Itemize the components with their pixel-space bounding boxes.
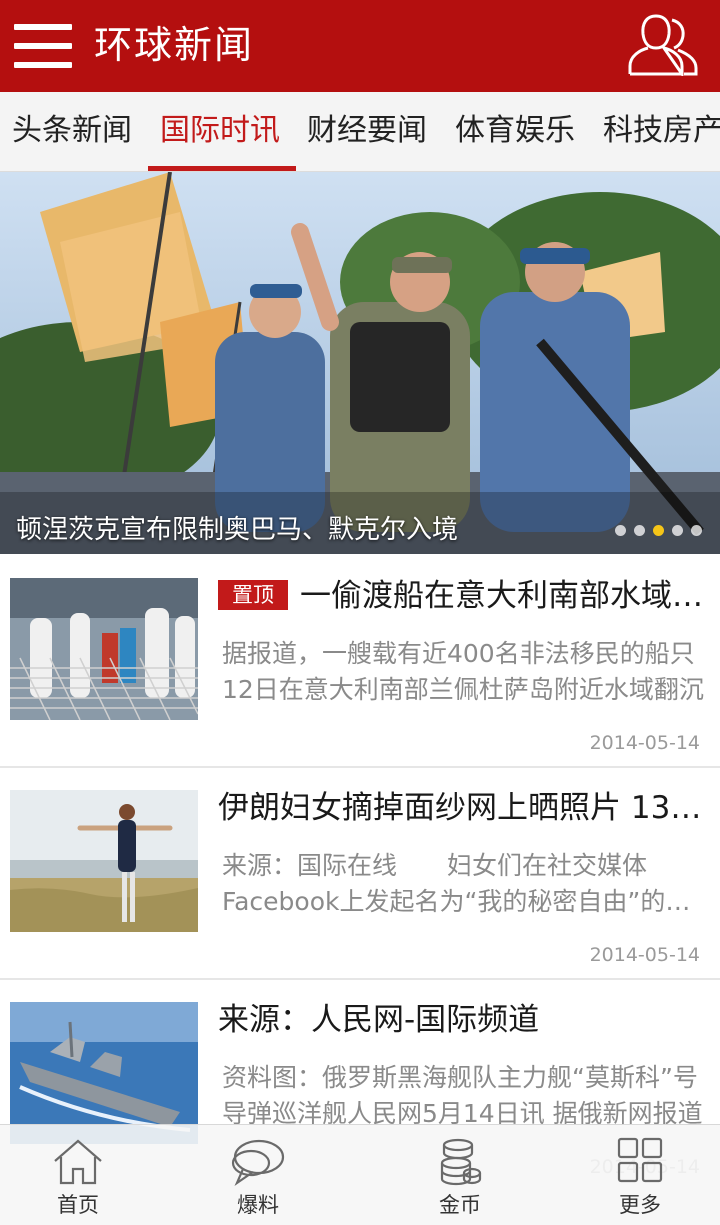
news-summary: 来源：国际在线 妇女们在社交媒体 Facebook上发起名为“我的秘密自由”的活… [222,848,710,920]
tab-tech-realestate[interactable]: 科技房产 [603,92,720,171]
news-summary: 资料图：俄罗斯黑海舰队主力舰“莫斯科”号 导弹巡洋舰人民网5月14日讯 据俄新网… [222,1060,710,1132]
carousel-dot[interactable] [615,525,626,536]
nav-label: 金币 [439,1193,481,1217]
hero-caption[interactable]: 顿涅茨克宣布限制奥巴马、默克尔入境 [16,512,458,548]
tab-sports-entertainment[interactable]: 体育娱乐 [455,92,575,171]
hero-carousel[interactable]: 顿涅茨克宣布限制奥巴马、默克尔入境 [0,172,720,554]
summary-line: 资料图：俄罗斯黑海舰队主力舰“莫斯科”号 [222,1063,698,1092]
summary-line: Facebook上发起名为“我的秘密自由”的活动 [222,887,710,916]
news-title[interactable]: 伊朗妇女摘掉面纱网上晒照片 13万人点赞 [218,786,708,830]
carousel-dot-active[interactable] [653,525,664,536]
news-title: 一偷渡船在意大利南部水域翻沉 至少17人死亡 [300,578,708,614]
news-thumbnail [10,1002,198,1144]
pinned-badge: 置顶 [218,580,288,610]
bottom-navigation: 首页 爆料 金币 更多 [0,1124,720,1225]
carousel-dot[interactable] [634,525,645,536]
news-date: 2014-05-14 [589,732,700,754]
tab-headlines[interactable]: 头条新闻 [12,92,132,171]
nav-more[interactable]: 更多 [580,1125,700,1225]
summary-line: 12日在意大利南部兰佩杜萨岛附近水域翻沉 [222,675,704,704]
summary-line: 据报道，一艘载有近400名非法移民的船只 [222,639,695,668]
grid-icon [617,1137,663,1183]
news-title[interactable]: 来源：人民网-国际频道 [218,998,708,1042]
category-tabs: 头条新闻 国际时讯 财经要闻 体育娱乐 科技房产 [0,92,720,172]
summary-line: 来源：国际在线 妇女们在社交媒体 [222,851,648,880]
chat-bubble-icon [231,1139,285,1187]
carousel-indicator [615,525,702,536]
news-list-item[interactable]: 置顶一偷渡船在意大利南部水域翻沉 至少17人死亡 据报道，一艘载有近400名非法… [0,556,720,768]
news-thumbnail [10,790,198,932]
nav-label: 爆料 [237,1193,279,1217]
nav-home[interactable]: 首页 [18,1125,138,1225]
nav-label: 更多 [619,1193,661,1217]
news-summary: 据报道，一艘载有近400名非法移民的船只 12日在意大利南部兰佩杜萨岛附近水域翻… [222,636,710,708]
nav-tipoff[interactable]: 爆料 [198,1125,318,1225]
carousel-dot[interactable] [691,525,702,536]
nav-coins[interactable]: 金币 [400,1125,520,1225]
news-date: 2014-05-14 [589,944,700,966]
app-header: 环球新闻 [0,0,720,92]
tab-international[interactable]: 国际时讯 [160,92,280,171]
nav-label: 首页 [57,1193,99,1217]
app-title: 环球新闻 [94,23,255,67]
news-thumbnail [10,578,198,720]
tab-finance[interactable]: 财经要闻 [307,92,427,171]
menu-icon[interactable] [14,24,72,68]
news-list-item[interactable]: 伊朗妇女摘掉面纱网上晒照片 13万人点赞 来源：国际在线 妇女们在社交媒体 Fa… [0,768,720,980]
hero-image [0,172,720,554]
user-group-icon[interactable] [626,10,702,79]
coins-icon [440,1138,482,1186]
carousel-dot[interactable] [672,525,683,536]
home-icon [54,1139,102,1185]
